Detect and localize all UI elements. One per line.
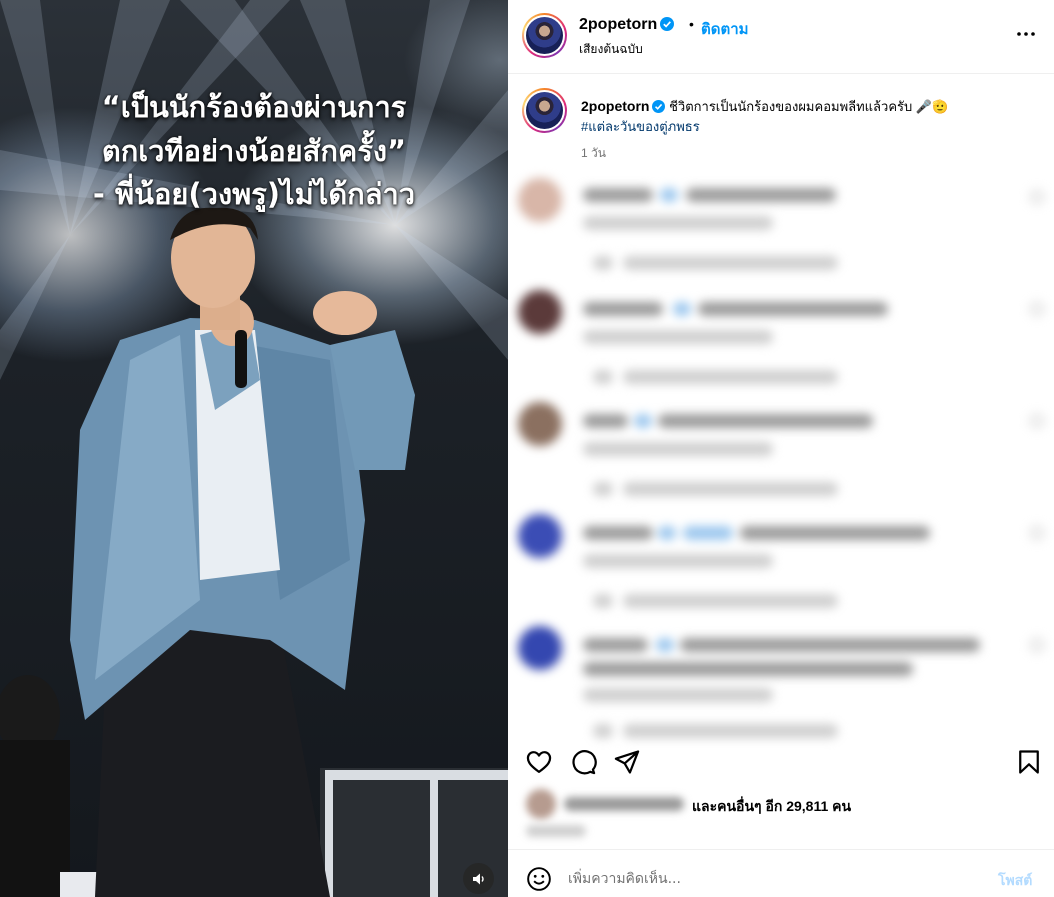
comment-icon[interactable] <box>569 748 597 776</box>
likes-count-text[interactable]: และคนอื่นๆ อีก 29,811 คน <box>692 796 851 818</box>
quote-line-2: ตกเวทีอย่างน้อยสักครั้ง” <box>101 133 407 168</box>
author-username[interactable]: 2popetorn <box>579 16 675 34</box>
comment-item <box>508 506 1054 616</box>
post-actions <box>508 742 1054 782</box>
caption-hashtag[interactable]: #แต่ละวันของตู่ภพธร <box>581 119 700 134</box>
send-icon[interactable] <box>613 748 641 776</box>
liker-avatar <box>526 789 556 819</box>
comments-list-blurred <box>508 170 1054 740</box>
quote-line-3: - พี่น้อย(วงพรู)ไม่ได้กล่าว <box>92 177 416 211</box>
post-comment-button[interactable]: โพสต์ <box>998 870 1032 892</box>
speaker-icon <box>472 873 484 884</box>
header-separator: • <box>689 16 694 32</box>
post-timestamp[interactable]: 1 วัน <box>581 144 606 163</box>
video-caption-overlay: “เป็นนักร้องต้องผ่านการ ตกเวทีอย่างน้อยส… <box>0 86 508 217</box>
original-audio-link[interactable]: เสียงต้นฉบับ <box>579 40 643 59</box>
heart-icon[interactable] <box>525 748 553 776</box>
comment-item <box>508 170 1054 280</box>
post-header: 2popetorn • ติดตาม เสียงต้นฉบับ <box>508 0 1054 74</box>
mute-toggle-button[interactable] <box>463 863 494 894</box>
quote-line-1: “เป็นนักร้องต้องผ่านการ <box>101 90 407 124</box>
caption-body: ชีวิตการเป็นนักร้องของผมคอมพลีทแล้วครับ … <box>669 99 949 114</box>
post-caption: 2popetorn ชีวิตการเป็นนักร้องของผมคอมพลี… <box>508 74 1054 174</box>
follow-button[interactable]: ติดตาม <box>701 17 749 41</box>
caption-text-block: 2popetorn ชีวิตการเป็นนักร้องของผมคอมพลี… <box>581 96 1021 137</box>
author-avatar[interactable] <box>522 13 567 58</box>
comment-item <box>508 394 1054 504</box>
comment-item <box>508 618 1054 738</box>
emoji-icon[interactable] <box>526 866 552 892</box>
comment-input[interactable] <box>568 866 988 892</box>
likes-summary: และคนอื่นๆ อีก 29,811 คน <box>508 785 1054 845</box>
verified-badge-icon <box>652 100 666 113</box>
liker-name-blurred <box>564 797 684 811</box>
date-blurred <box>526 825 586 837</box>
more-options-icon[interactable] <box>1014 22 1038 46</box>
bookmark-icon[interactable] <box>1015 748 1043 776</box>
post-panel: 2popetorn • ติดตาม เสียงต้นฉบับ 2popetor… <box>508 0 1054 897</box>
verified-badge-icon <box>660 17 675 31</box>
add-comment-bar: โพสต์ <box>508 849 1054 897</box>
comment-item <box>508 282 1054 392</box>
caption-author-avatar[interactable] <box>522 88 567 133</box>
post-video[interactable]: “เป็นนักร้องต้องผ่านการ ตกเวทีอย่างน้อยส… <box>0 0 508 897</box>
caption-username[interactable]: 2popetorn <box>581 98 649 114</box>
